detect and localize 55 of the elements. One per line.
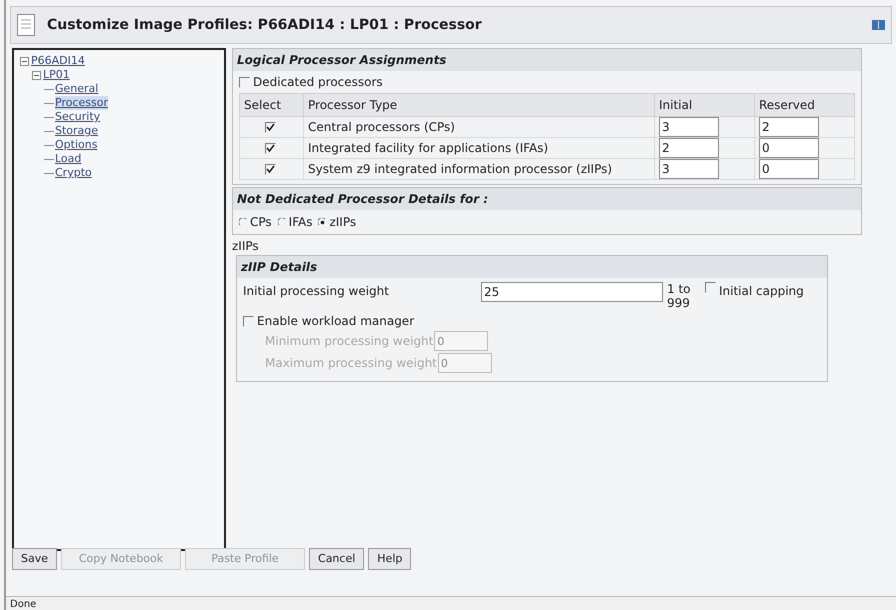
button[interactable]: Save <box>12 548 58 570</box>
field-label: Minimum processing weight <box>265 333 434 350</box>
input-field[interactable]: 3 <box>659 117 719 137</box>
collapse-icon[interactable] <box>32 70 41 80</box>
tree-link[interactable]: P66ADI14 <box>31 54 85 68</box>
status-bar: Done <box>6 596 896 610</box>
input-field[interactable]: 25 <box>481 282 663 302</box>
tree-link[interactable]: Options <box>55 138 98 152</box>
table-cell: Integrated facility for applications (IFAs) <box>308 141 548 155</box>
checkbox-label: Enable workload manager <box>257 313 414 330</box>
table-cell: System z9 integrated information processor (zIIPs) <box>308 162 612 176</box>
section-label: zIIPs <box>232 238 259 255</box>
input-field[interactable]: 2 <box>659 138 719 158</box>
section-header: Logical Processor Assignments <box>233 49 861 71</box>
button[interactable]: Cancel <box>309 548 364 570</box>
tree-link[interactable]: General <box>55 82 98 96</box>
checkbox-label: Initial capping <box>719 283 804 300</box>
collapse-icon[interactable] <box>20 56 29 66</box>
checkbox[interactable] <box>243 316 254 326</box>
input-field[interactable]: 0 <box>759 159 819 179</box>
checkbox[interactable] <box>264 142 276 154</box>
input-field[interactable]: 0 <box>759 138 819 158</box>
radio-label: CPs <box>250 214 272 231</box>
field-label: Maximum processing weight <box>265 355 437 372</box>
tree-link[interactable]: Crypto <box>55 166 92 180</box>
checkbox[interactable] <box>239 76 250 88</box>
checkbox[interactable] <box>264 164 276 174</box>
checkbox-label: Dedicated processors <box>253 74 383 91</box>
checkbox[interactable] <box>705 282 716 293</box>
range-label: 1 to 999 <box>667 282 692 310</box>
book-icon[interactable] <box>872 20 885 30</box>
document-icon <box>17 14 35 36</box>
tree-link[interactable]: Processor <box>55 96 108 110</box>
column-header: Processor Type <box>308 98 398 112</box>
column-header: Select <box>244 98 282 112</box>
input-field[interactable]: 3 <box>659 159 719 179</box>
tree-link[interactable]: Storage <box>55 124 98 138</box>
radio-button[interactable] <box>318 218 328 226</box>
section-header: zIIP Details <box>237 256 827 278</box>
tree-link[interactable]: Security <box>55 110 100 124</box>
button[interactable]: Help <box>368 548 412 570</box>
radio-label: IFAs <box>288 214 312 231</box>
radio-button[interactable] <box>239 218 248 226</box>
field-label: Initial processing weight <box>243 283 390 300</box>
input-field[interactable]: 2 <box>759 117 819 137</box>
table-cell: Central processors (CPs) <box>308 120 455 134</box>
column-header: Initial <box>659 98 692 112</box>
tree-link[interactable]: Load <box>55 152 82 166</box>
window-title: Customize Image Profiles: P66ADI14 : LP01 : Processor <box>47 16 482 34</box>
tree-link[interactable]: LP01 <box>43 68 70 82</box>
column-header: Reserved <box>759 98 815 112</box>
section-header: Not Dedicated Processor Details for : <box>233 188 861 210</box>
checkbox[interactable] <box>264 122 276 132</box>
radio-button[interactable] <box>278 218 287 226</box>
radio-label: zIIPs <box>329 214 356 231</box>
